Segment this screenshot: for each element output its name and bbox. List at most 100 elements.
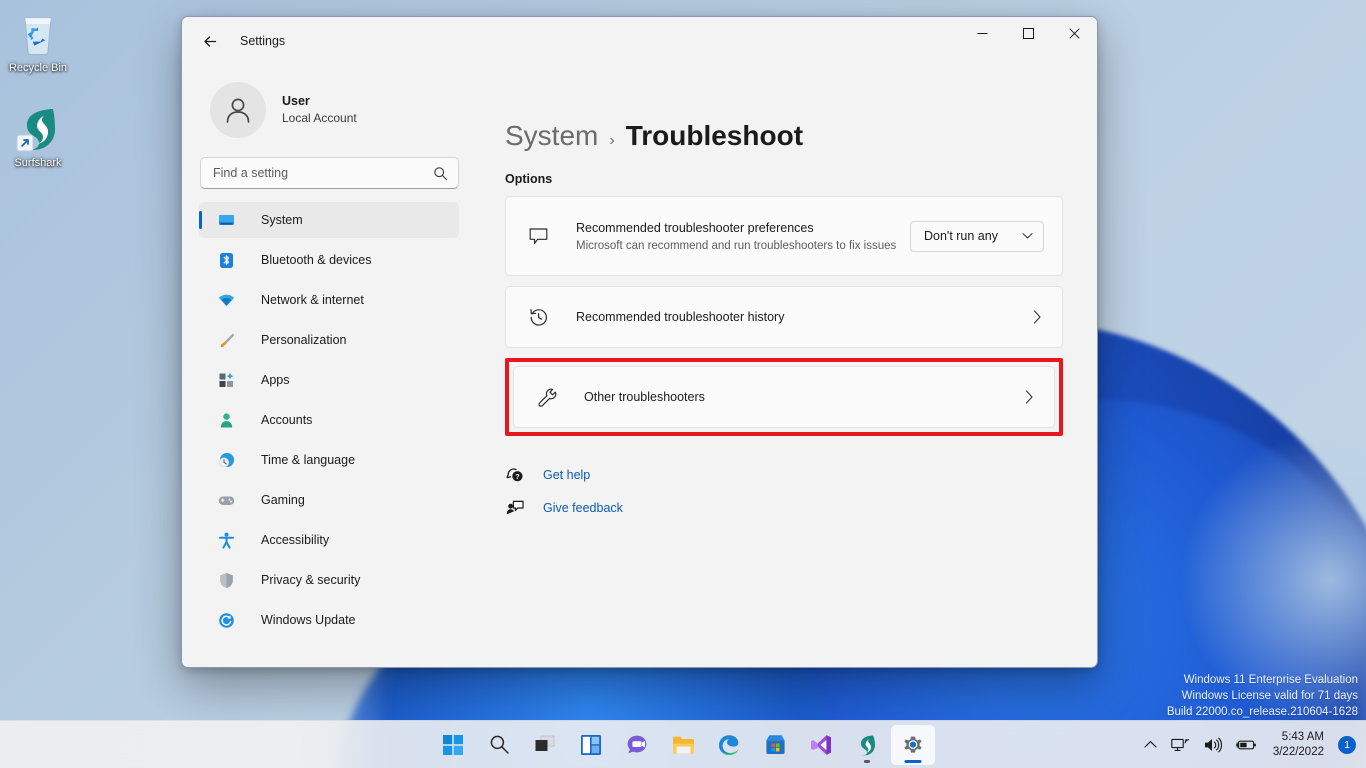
tray-show-hidden-icons-button[interactable] [1138,727,1163,763]
main-content: System › Troubleshoot Options Recommende… [475,65,1097,667]
tray-network-button[interactable] [1165,727,1196,763]
help-link-label: Get help [543,468,591,482]
sidebar-item-label: Gaming [261,493,305,507]
taskbar-file-explorer-button[interactable] [661,725,705,765]
account-block[interactable]: User Local Account [199,65,459,143]
sidebar-item-time-language[interactable]: Time & language [199,442,459,478]
sidebar-item-apps[interactable]: Apps [199,362,459,398]
card-other-troubleshooters[interactable]: Other troubleshooters [513,366,1055,428]
wifi-icon [216,290,236,310]
back-arrow-icon [203,35,216,47]
card-subtitle: Microsoft can recommend and run troubles… [576,239,897,252]
minimize-button[interactable] [959,17,1005,49]
taskbar-start-button[interactable] [431,725,475,765]
taskbar-task-view-button[interactable] [523,725,567,765]
microsoft-store-icon [765,735,785,754]
sidebar-item-label: Privacy & security [261,573,361,587]
visual-studio-icon [811,734,831,755]
sidebar-nav: System Bluetooth & devices Network & int… [199,202,459,638]
give-feedback-icon [505,499,525,517]
surfshark-icon [860,735,875,755]
search-input[interactable] [213,166,433,180]
sidebar-item-label: Windows Update [261,613,356,627]
sidebar-item-label: Personalization [261,333,347,347]
watermark-line: Windows 11 Enterprise Evaluation [1183,674,1358,686]
task-view-icon [535,735,555,751]
breadcrumb-separator: › [609,132,615,149]
folder-icon [672,736,694,754]
get-help-icon: ? [505,466,525,484]
system-tray: 5:43 AM 3/22/2022 1 [1138,725,1360,765]
card-title: Recommended troubleshooter preferences [576,220,814,235]
desktop-icon-recycle-bin[interactable]: Recycle Bin [0,10,76,75]
sidebar-item-accounts[interactable]: Accounts [199,402,459,438]
desktop: Recycle Bin Surfshark Settings User Loca… [0,0,1366,768]
card-recommended-troubleshooter-history[interactable]: Recommended troubleshooter history [505,286,1063,348]
watermark-line: Build 22000.co_release.210604-1628 [1166,706,1358,718]
taskbar: 5:43 AM 3/22/2022 1 [0,720,1366,768]
watermark-line: Windows License valid for 71 days [1181,690,1358,702]
sidebar-item-windows-update[interactable]: Windows Update [199,602,459,638]
speech-bubble-icon [527,225,549,247]
window-controls [959,17,1097,65]
sidebar: User Local Account Find a setting System… [182,65,475,667]
breadcrumb: System › Troubleshoot [505,120,1063,152]
recycle-bin-icon [0,10,76,58]
sidebar-item-privacy-security[interactable]: Privacy & security [199,562,459,598]
help-link-label: Give feedback [543,501,623,515]
taskbar-widgets-button[interactable] [569,725,613,765]
taskbar-edge-button[interactable] [707,725,751,765]
desktop-icon-surfshark[interactable]: Surfshark [0,105,76,170]
paintbrush-icon [216,330,236,350]
close-icon [1068,27,1080,39]
surfshark-icon [0,105,76,153]
clock-globe-icon [216,450,236,470]
monitor-icon [216,210,236,230]
tray-clock[interactable]: 5:43 AM 3/22/2022 [1265,730,1332,760]
chevron-down-icon [1022,232,1033,240]
sidebar-item-gaming[interactable]: Gaming [199,482,459,518]
update-refresh-icon [216,610,236,630]
taskbar-chat-button[interactable] [615,725,659,765]
search-icon [490,735,509,754]
sidebar-item-bluetooth-devices[interactable]: Bluetooth & devices [199,242,459,278]
taskbar-search-button[interactable] [477,725,521,765]
search-box[interactable] [200,157,459,189]
sidebar-item-accessibility[interactable]: Accessibility [199,522,459,558]
back-button[interactable] [193,24,227,58]
maximize-icon [1022,27,1034,39]
battery-icon [1235,740,1256,749]
maximize-button[interactable] [1005,17,1051,49]
taskbar-visual-studio-button[interactable] [799,725,843,765]
tray-date: 3/22/2022 [1272,745,1324,758]
settings-window: Settings User Local Account Find a setti… [181,16,1098,668]
sidebar-item-label: Network & internet [261,293,364,307]
taskbar-settings-button[interactable] [891,724,935,765]
sidebar-item-system[interactable]: System [199,202,459,238]
sidebar-item-label: Bluetooth & devices [261,253,372,267]
tray-volume-button[interactable] [1198,727,1228,763]
taskbar-buttons [431,724,935,765]
taskbar-surfshark-button[interactable] [845,725,889,765]
give-feedback-link[interactable]: Give feedback [505,495,623,521]
card-recommended-troubleshooter-preferences[interactable]: Recommended troubleshooter preferences M… [505,196,1063,276]
account-name: User [282,94,310,108]
desktop-icon-label: Recycle Bin [8,62,68,74]
chevron-up-icon [1144,741,1157,748]
wrench-icon [535,386,557,408]
get-help-link[interactable]: ? Get help [505,462,590,488]
sidebar-item-label: System [261,213,303,227]
notification-badge[interactable]: 1 [1338,735,1356,754]
help-links: ? Get help Give feedback [505,462,1063,521]
breadcrumb-parent[interactable]: System [505,120,598,152]
sidebar-item-label: Apps [261,373,290,387]
taskbar-microsoft-store-button[interactable] [753,725,797,765]
close-button[interactable] [1051,17,1097,49]
recommended-troubleshooter-dropdown[interactable]: Don't run any [910,220,1044,252]
widgets-icon [581,734,601,755]
search-icon [434,166,448,180]
tray-battery-button[interactable] [1230,727,1263,763]
sidebar-item-network-internet[interactable]: Network & internet [199,282,459,318]
settings-gear-icon [904,736,922,753]
sidebar-item-personalization[interactable]: Personalization [199,322,459,358]
